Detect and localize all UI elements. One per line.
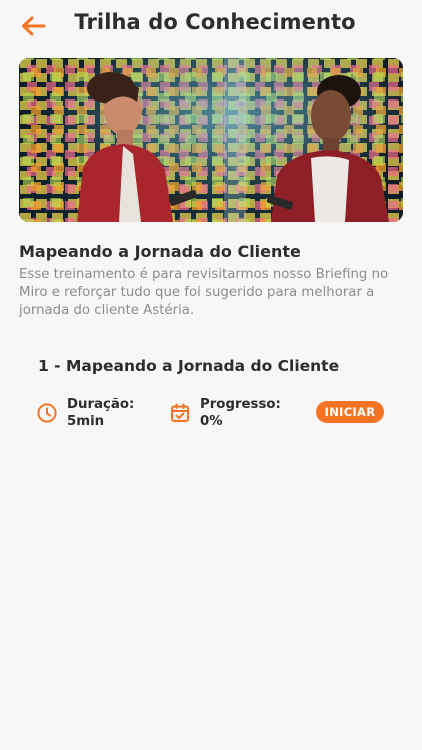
module-title: 1 - Mapeando a Jornada do Cliente bbox=[38, 357, 340, 375]
course-banner-image bbox=[19, 58, 403, 222]
duration-stat: Duração: 5min bbox=[36, 396, 134, 430]
duration-value: 5min bbox=[67, 414, 105, 429]
progress-value: 0% bbox=[200, 414, 223, 429]
header: Trilha do Conhecimento bbox=[0, 0, 422, 48]
start-button[interactable]: INICIAR bbox=[316, 401, 384, 423]
clock-icon bbox=[37, 403, 57, 423]
module-card: 1 - Mapeando a Jornada do Cliente Duraçã… bbox=[36, 356, 398, 436]
calendar-check-icon bbox=[171, 403, 189, 422]
screen: Trilha do Conhecimento Mapeando a Jornad… bbox=[0, 0, 422, 750]
progress-label: Progresso: bbox=[200, 397, 281, 412]
duration-label: Duração: bbox=[67, 397, 135, 412]
page-title: Trilha do Conhecimento bbox=[74, 10, 356, 34]
course-description: Esse treinamento é para revisitarmos nos… bbox=[19, 267, 389, 318]
progress-stat: Progresso: 0% bbox=[169, 396, 281, 430]
course-title: Mapeando a Jornada do Cliente bbox=[19, 242, 301, 261]
